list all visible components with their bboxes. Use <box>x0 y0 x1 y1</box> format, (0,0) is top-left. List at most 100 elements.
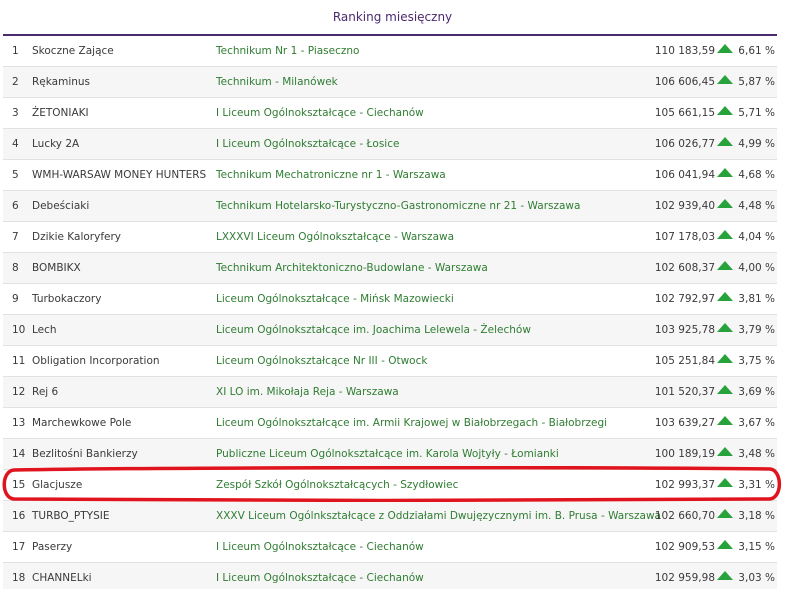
table-row: 12 Rej 6 XI LO im. Mikołaja Reja - Warszaw… <box>3 377 777 408</box>
team-name-link[interactable]: Rej 6 <box>32 377 58 407</box>
school-name-link[interactable]: Technikum Nr 1 - Piaseczno <box>216 36 359 66</box>
triangle-up-icon <box>717 137 733 146</box>
team-name-link[interactable]: Lech <box>32 315 57 345</box>
return-percent-cell: 3,69 % <box>738 386 775 398</box>
trend-cell <box>716 160 734 190</box>
trend-cell <box>716 563 734 589</box>
trend-cell <box>716 532 734 562</box>
return-percent-cell: 4,04 % <box>738 231 775 243</box>
team-name-link[interactable]: Obligation Incorporation <box>32 346 160 376</box>
trend-cell <box>716 67 734 97</box>
portfolio-value-cell: 102 959,98 <box>654 572 715 584</box>
school-name-link[interactable]: Publiczne Liceum Ogólnokształcące im. Ka… <box>216 439 559 469</box>
school-name-link[interactable]: I Liceum Ogólnokształcące - Ciechanów <box>216 532 424 562</box>
team-name-link[interactable]: Lucky 2A <box>32 129 79 159</box>
portfolio-value-cell: 103 639,27 <box>654 417 715 429</box>
trend-cell <box>716 439 734 469</box>
school-name-link[interactable]: I Liceum Ogólnokształcące - Ciechanów <box>216 98 424 128</box>
return-percent-cell: 3,75 % <box>738 355 775 367</box>
trend-cell <box>716 346 734 376</box>
school-name-link[interactable]: Technikum Mechatroniczne nr 1 - Warszawa <box>216 160 446 190</box>
school-name-link[interactable]: Liceum Ogólnokształcące im. Joachima Lel… <box>216 315 531 345</box>
team-name-link[interactable]: WMH-WARSAW MONEY HUNTERS <box>32 160 206 190</box>
school-name-link[interactable]: Technikum Architektoniczno-Budowlane - W… <box>216 253 488 283</box>
school-name-link[interactable]: Liceum Ogólnokształcące im. Armii Krajow… <box>216 408 607 438</box>
portfolio-value-cell: 110 183,59 <box>654 45 715 57</box>
portfolio-value-cell: 102 660,70 <box>654 510 715 522</box>
portfolio-value-cell: 100 189,19 <box>654 448 715 460</box>
portfolio-value-cell: 106 026,77 <box>654 138 715 150</box>
team-name-link[interactable]: BOMBIKX <box>32 253 81 283</box>
table-row: 13 Marchewkowe Pole Liceum Ogólnokształcąc… <box>3 408 777 439</box>
school-name-link[interactable]: Liceum Ogólnokształcące Nr III - Otwock <box>216 346 427 376</box>
school-name-link[interactable]: Liceum Ogólnokształcące - Mińsk Mazowiec… <box>216 284 454 314</box>
team-name-link[interactable]: Turbokaczory <box>32 284 101 314</box>
rank-cell: 10 <box>12 324 26 336</box>
team-name-link[interactable]: CHANNELki <box>32 563 92 589</box>
table-row: 16 TURBO_PTYSIE XXXV Liceum Ogólnkształcąc… <box>3 501 777 532</box>
return-percent-cell: 3,15 % <box>738 541 775 553</box>
return-percent-cell: 3,67 % <box>738 417 775 429</box>
table-row: 4 Lucky 2A I Liceum Ogólnokształcące - Łos… <box>3 129 777 160</box>
portfolio-value-cell: 105 661,15 <box>654 107 715 119</box>
team-name-link[interactable]: Dzikie Kaloryfery <box>32 222 121 252</box>
team-name-link[interactable]: Rękaminus <box>32 67 90 97</box>
table-row: 15 Glacjusze Zespół Szkół Ogólnokształcący… <box>3 470 777 501</box>
school-name-link[interactable]: I Liceum Ogólnokształcące - Łosice <box>216 129 399 159</box>
triangle-up-icon <box>717 168 733 177</box>
school-name-link[interactable]: I Liceum Ogólnokształcące - Ciechanów <box>216 563 424 589</box>
portfolio-value-cell: 106 606,45 <box>654 76 715 88</box>
team-name-link[interactable]: Marchewkowe Pole <box>32 408 131 438</box>
rank-cell: 4 <box>12 138 19 150</box>
ranking-table: 1 Skoczne Zające Technikum Nr 1 - Piaseczn… <box>3 36 777 589</box>
page-title: Ranking miesięczny <box>332 10 453 24</box>
school-name-link[interactable]: XI LO im. Mikołaja Reja - Warszawa <box>216 377 399 407</box>
team-name-link[interactable]: Bezlitośni Bankierzy <box>32 439 138 469</box>
school-name-link[interactable]: Zespół Szkół Ogólnokształcących - Szydło… <box>216 470 458 500</box>
triangle-up-icon <box>717 354 733 363</box>
portfolio-value-cell: 106 041,94 <box>654 169 715 181</box>
triangle-up-icon <box>717 44 733 53</box>
table-row: 17 Paserzy I Liceum Ogólnokształcące - Cie… <box>3 532 777 563</box>
triangle-up-icon <box>717 292 733 301</box>
school-name-link[interactable]: XXXV Liceum Ogólnkształcące z Oddziałami… <box>216 501 661 531</box>
team-name-link[interactable]: TURBO_PTYSIE <box>32 501 109 531</box>
rank-cell: 12 <box>12 386 26 398</box>
table-row: 11 Obligation Incorporation Liceum Ogólnok… <box>3 346 777 377</box>
table-row: 1 Skoczne Zające Technikum Nr 1 - Piaseczn… <box>3 36 777 67</box>
return-percent-cell: 3,81 % <box>738 293 775 305</box>
table-row: 7 Dzikie Kaloryfery LXXXVI Liceum Ogólnoks… <box>3 222 777 253</box>
rank-cell: 1 <box>12 45 19 57</box>
school-name-link[interactable]: Technikum - Milanówek <box>216 67 338 97</box>
trend-cell <box>716 315 734 345</box>
table-row: 5 WMH-WARSAW MONEY HUNTERS Technikum Mecha… <box>3 160 777 191</box>
team-name-link[interactable]: Paserzy <box>32 532 72 562</box>
triangle-up-icon <box>717 478 733 487</box>
rank-cell: 6 <box>12 200 19 212</box>
trend-cell <box>716 191 734 221</box>
rank-cell: 9 <box>12 293 19 305</box>
portfolio-value-cell: 102 993,37 <box>654 479 715 491</box>
trend-cell <box>716 253 734 283</box>
triangle-up-icon <box>717 385 733 394</box>
table-row: 6 Debeściaki Technikum Hotelarsko-Turystyc… <box>3 191 777 222</box>
table-row: 8 BOMBIKX Technikum Architektoniczno-Budow… <box>3 253 777 284</box>
rank-cell: 11 <box>12 355 26 367</box>
portfolio-value-cell: 102 608,37 <box>654 262 715 274</box>
return-percent-cell: 4,48 % <box>738 200 775 212</box>
school-name-link[interactable]: LXXXVI Liceum Ogólnokształcące - Warszaw… <box>216 222 454 252</box>
team-name-link[interactable]: Glacjusze <box>32 470 82 500</box>
triangle-up-icon <box>717 416 733 425</box>
table-row: 3 ŻETONIAKI I Liceum Ogólnokształcące - Ci… <box>3 98 777 129</box>
triangle-up-icon <box>717 106 733 115</box>
team-name-link[interactable]: ŻETONIAKI <box>32 98 89 128</box>
school-name-link[interactable]: Technikum Hotelarsko-Turystyczno-Gastron… <box>216 191 580 221</box>
table-row: 18 CHANNELki I Liceum Ogólnokształcące - C… <box>3 563 777 589</box>
return-percent-cell: 4,00 % <box>738 262 775 274</box>
trend-cell <box>716 36 734 66</box>
portfolio-value-cell: 107 178,03 <box>654 231 715 243</box>
portfolio-value-cell: 103 925,78 <box>654 324 715 336</box>
team-name-link[interactable]: Skoczne Zające <box>32 36 114 66</box>
team-name-link[interactable]: Debeściaki <box>32 191 89 221</box>
triangle-up-icon <box>717 571 733 580</box>
